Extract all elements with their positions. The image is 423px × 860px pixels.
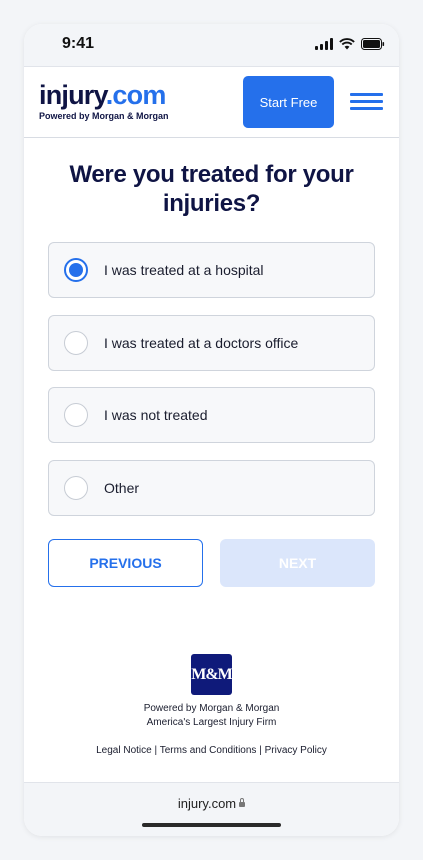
question-heading: Were you treated for your injuries? [69, 161, 354, 217]
lock-icon [239, 798, 246, 807]
link-separator: | [259, 745, 262, 756]
legal-notice-link[interactable]: Legal Notice [96, 745, 152, 756]
firm-tagline: America's Largest Injury Firm [146, 717, 277, 728]
radio-button[interactable] [64, 476, 88, 500]
wifi-icon [339, 38, 355, 50]
powered-by-text: Powered by Morgan & Morgan [143, 703, 280, 714]
logo-wordmark: injury.com [39, 80, 166, 110]
signal-icon [315, 38, 333, 50]
morgan-morgan-logo: M&M [191, 654, 233, 695]
browser-url-bar[interactable]: injury.com [24, 782, 399, 836]
next-button[interactable]: NEXT [220, 539, 375, 587]
radio-button[interactable] [64, 403, 88, 427]
radio-button-checked[interactable] [64, 258, 88, 282]
phone-frame: 9:41 injury.com Powered by Morgan & Morg… [24, 24, 399, 836]
option-label: I was treated at a doctors office [104, 335, 299, 351]
status-time: 9:41 [62, 35, 95, 52]
option-other[interactable]: Other [48, 460, 375, 516]
url-text: injury.com [177, 796, 237, 811]
previous-button[interactable]: PREVIOUS [48, 539, 203, 587]
terms-link[interactable]: Terms and Conditions [160, 745, 257, 756]
option-label: I was not treated [104, 407, 208, 423]
option-hospital[interactable]: I was treated at a hospital [48, 242, 375, 298]
radio-button[interactable] [64, 331, 88, 355]
hamburger-menu-icon[interactable] [350, 93, 383, 111]
logo-tagline: Powered by Morgan & Morgan [39, 111, 169, 121]
site-logo[interactable]: injury.com Powered by Morgan & Morgan [39, 80, 169, 121]
battery-icon [361, 38, 385, 50]
option-label: I was treated at a hospital [104, 262, 264, 278]
status-bar: 9:41 [24, 24, 399, 66]
status-icons [315, 38, 385, 50]
site-header: injury.com Powered by Morgan & Morgan St… [24, 66, 399, 138]
url-display[interactable]: injury.com [24, 796, 399, 811]
option-label: Other [104, 480, 140, 496]
footer-powered-by: Powered by Morgan & Morgan America's Lar… [24, 702, 399, 730]
footer-legal-links: Legal Notice | Terms and Conditions | Pr… [24, 745, 399, 756]
option-not-treated[interactable]: I was not treated [48, 387, 375, 443]
link-separator: | [154, 745, 158, 756]
home-indicator[interactable] [142, 823, 281, 827]
privacy-policy-link[interactable]: Privacy Policy [265, 745, 327, 756]
start-free-button[interactable]: Start Free [243, 76, 334, 128]
option-doctors-office[interactable]: I was treated at a doctors office [48, 315, 375, 371]
